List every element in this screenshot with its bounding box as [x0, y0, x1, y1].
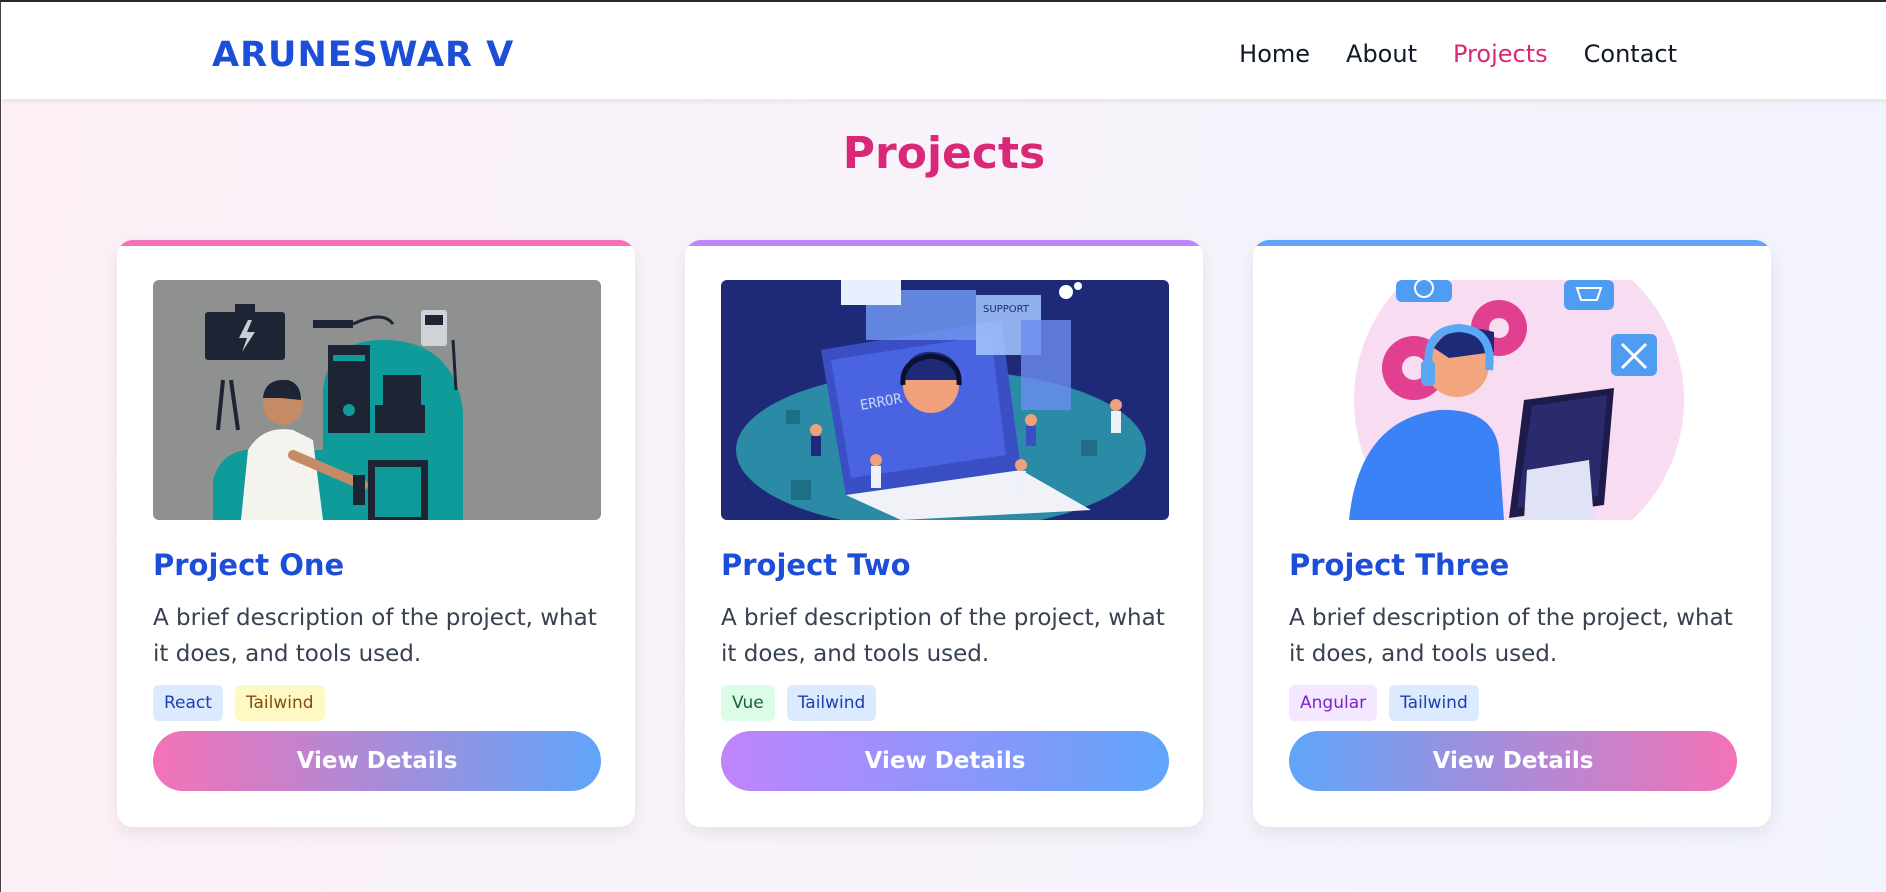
navbar: ARUNESWAR V Home About Projects Contact [1, 2, 1886, 99]
brand-logo[interactable]: ARUNESWAR V [212, 34, 514, 76]
tag-list: Vue Tailwind [721, 685, 877, 721]
tag-list: Angular Tailwind [1289, 685, 1479, 721]
project-description: A brief description of the project, what… [1289, 605, 1733, 667]
project-card-two: ERROR SUPPORT Project Two A brief descri… [685, 240, 1203, 827]
tag-angular: Angular [1289, 685, 1378, 721]
project-one-image [153, 280, 601, 520]
nav-link-home[interactable]: Home [1239, 38, 1310, 70]
tag-vue: Vue [721, 685, 775, 721]
nav-link-about[interactable]: About [1346, 38, 1417, 70]
project-title: Project One [153, 548, 345, 582]
project-two-image: ERROR SUPPORT [721, 280, 1169, 520]
section-title: Projects [842, 128, 1046, 179]
illustration-support-label: SUPPORT [983, 304, 1030, 315]
tag-react: React [153, 685, 223, 721]
view-details-button[interactable]: View Details [721, 731, 1169, 791]
card-accent-bar [117, 240, 635, 246]
view-details-button[interactable]: View Details [153, 731, 601, 791]
tag-tailwind: Tailwind [234, 685, 325, 721]
project-description: A brief description of the project, what… [721, 605, 1165, 667]
card-accent-bar [685, 240, 1203, 246]
project-three-image [1289, 280, 1737, 520]
nav-link-projects[interactable]: Projects [1453, 38, 1548, 70]
tag-list: React Tailwind [153, 685, 325, 721]
project-card-one: Project One A brief description of the p… [117, 240, 635, 827]
project-title: Project Three [1289, 548, 1510, 582]
view-details-button[interactable]: View Details [1289, 731, 1737, 791]
nav-links: Home About Projects Contact [1239, 38, 1677, 70]
project-description: A brief description of the project, what… [153, 605, 597, 667]
nav-link-contact[interactable]: Contact [1584, 38, 1677, 70]
tag-tailwind: Tailwind [786, 685, 877, 721]
project-title: Project Two [721, 548, 911, 582]
project-card-three: Project Three A brief description of the… [1253, 240, 1771, 827]
card-accent-bar [1253, 240, 1771, 246]
tag-tailwind: Tailwind [1389, 685, 1479, 721]
